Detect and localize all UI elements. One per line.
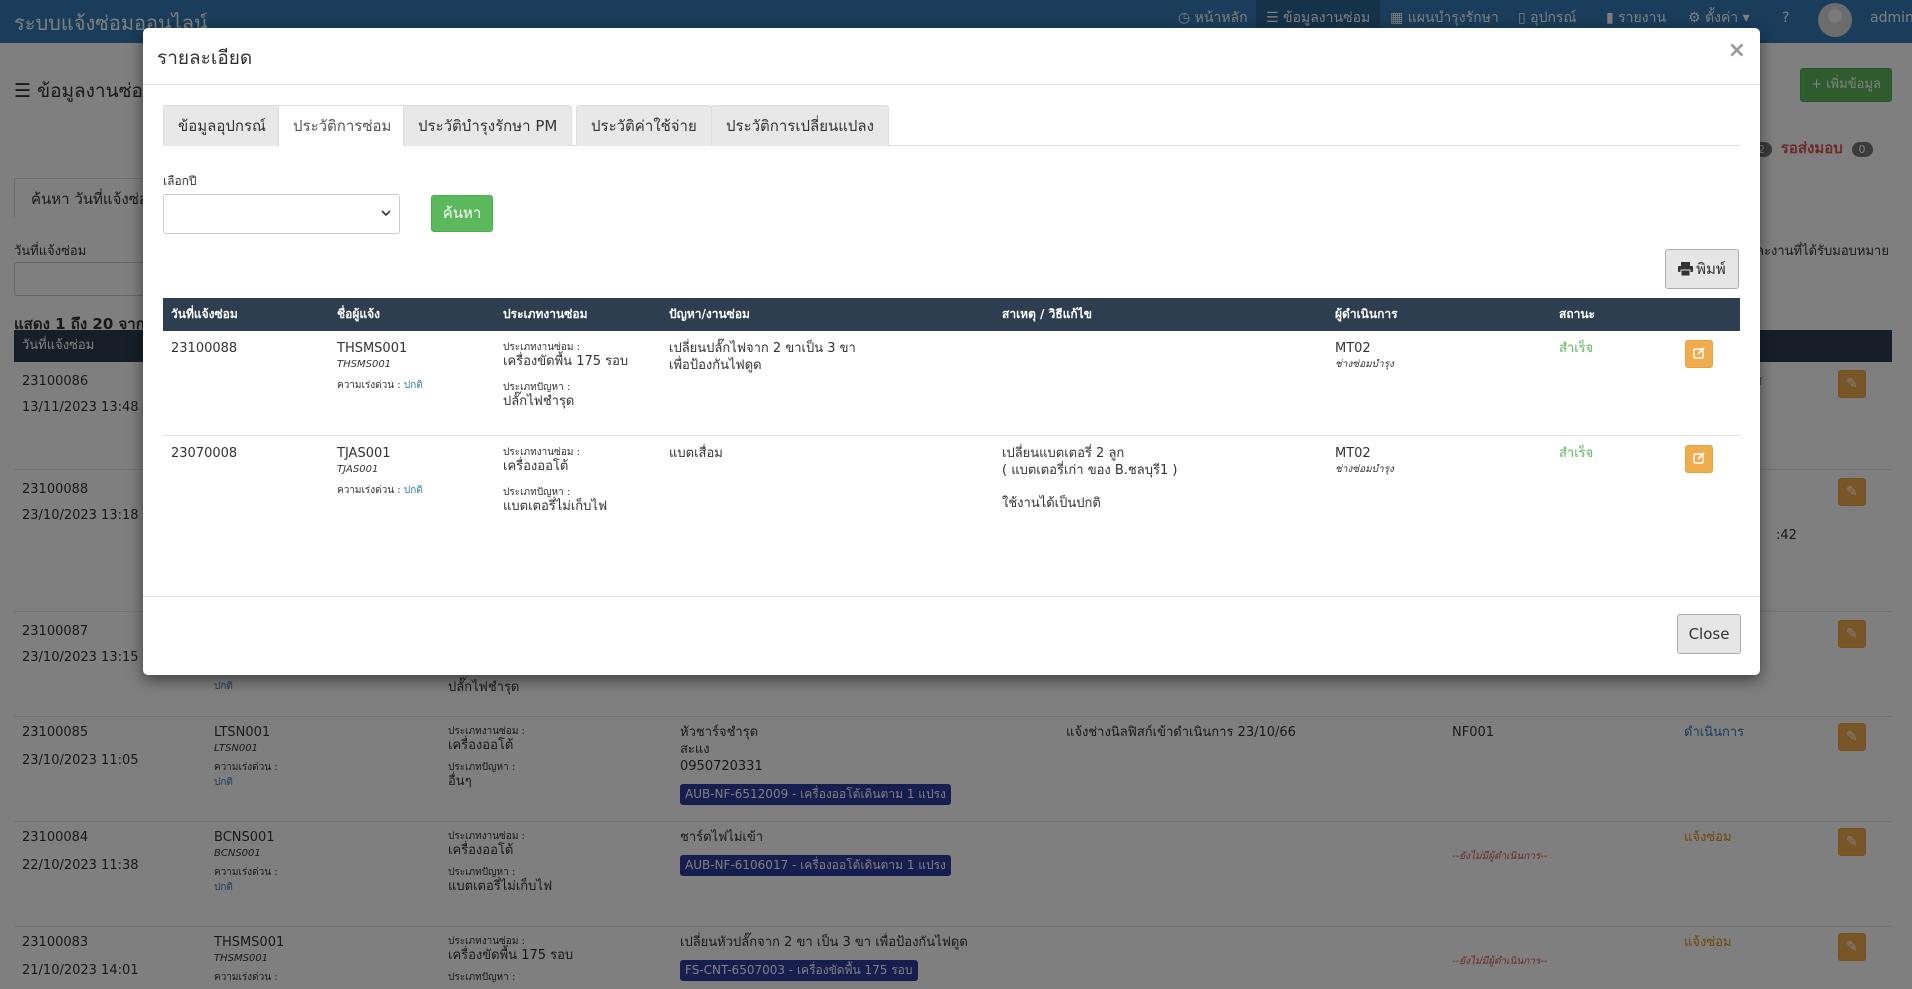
col-issue: ปัญหา/งานซ่อม [669, 307, 750, 321]
issue-line: เพื่อป้องกันไฟดูด [669, 357, 762, 373]
cause-line: เปลี่ยนแบตเตอรี่ 2 ลูก [1002, 446, 1125, 461]
row-status: สำเร็จ [1559, 341, 1594, 356]
problem-label: ประเภทปัญหา : [503, 486, 571, 498]
tab-pm-history[interactable]: ประวัติบำรุงรักษา PM [403, 105, 573, 146]
edit-icon [1693, 347, 1705, 363]
year-label: เลือกปี [163, 174, 197, 188]
operator-name: MT02 [1335, 341, 1371, 356]
close-icon[interactable]: × [1728, 38, 1746, 63]
table-row: 23070008 TJAS001 TJAS001 ความเร่งด่วน : … [163, 436, 1740, 541]
cause-line: ใช้งานได้เป็นปกติ [1002, 495, 1101, 511]
search-button[interactable]: ค้นหา [431, 195, 493, 232]
modal-header: รายละเอียด × [143, 28, 1760, 85]
urgency-value[interactable]: ปกติ [404, 485, 423, 496]
problem-label: ประเภทปัญหา : [503, 381, 571, 393]
row-operator: MT02 ช่างซ่อมบำรุง [1335, 341, 1394, 371]
urgency-label: ความเร่งด่วน : [337, 379, 401, 391]
edit-button[interactable] [1685, 445, 1713, 473]
col-status: สถานะ [1559, 307, 1595, 321]
operator-role: ช่างซ่อมบำรุง [1335, 463, 1394, 475]
row-status: สำเร็จ [1559, 446, 1594, 461]
tab-repair-history[interactable]: ประวัติการซ่อม [278, 105, 407, 147]
row-code: 23070008 [171, 446, 238, 461]
year-select[interactable] [163, 194, 400, 234]
row-cause: เปลี่ยนแบตเตอรี่ 2 ลูก ( แบตเตอรี่เก่า ข… [1002, 446, 1177, 513]
col-date: วันที่แจ้งซ่อม [171, 307, 238, 321]
detail-modal: รายละเอียด × ข้อมูลอุปกรณ์ ประวัติการซ่อ… [143, 28, 1760, 675]
col-reporter: ชื่อผู้แจ้ง [337, 307, 381, 321]
modal-footer: Close [143, 596, 1760, 675]
issue-line: แบตเสื่อม [669, 446, 723, 461]
type-label: ประเภทงานซ่อม : [503, 342, 580, 353]
reporter-name: THSMS001 [337, 341, 408, 356]
operator-name: MT02 [1335, 446, 1371, 461]
modal-title: รายละเอียด [157, 47, 253, 69]
print-button[interactable]: พิมพ์ [1665, 249, 1739, 289]
chevron-down-icon [381, 207, 391, 223]
cause-line: ( แบตเตอรี่เก่า ของ B.ชลบุรี1 ) [1002, 462, 1178, 478]
problem-value: แบตเตอรี่ไม่เก็บไฟ [503, 498, 608, 514]
type-value: เครื่องออโต้ [503, 459, 569, 474]
row-operator: MT02 ช่างซ่อมบำรุง [1335, 446, 1394, 476]
problem-value: ปลั๊กไฟชำรุด [503, 393, 575, 409]
row-type: ประเภทงานซ่อม : เครื่องขัดพื้น 175 รอบ ป… [503, 341, 628, 411]
type-label: ประเภทงานซ่อม : [503, 447, 580, 458]
close-button[interactable]: Close [1677, 614, 1741, 654]
table-row: 23100088 THSMS001 THSMS001 ความเร่งด่วน … [163, 331, 1740, 436]
row-code: 23100088 [171, 341, 238, 356]
row-type: ประเภทงานซ่อม : เครื่องออโต้ ประเภทปัญหา… [503, 446, 607, 516]
modal-tabs: ข้อมูลอุปกรณ์ ประวัติการซ่อม ประวัติบำรุ… [163, 105, 1740, 147]
issue-line: เปลี่ยนปลั๊กไฟจาก 2 ขาเป็น 3 ขา [669, 341, 856, 356]
urgency-label: ความเร่งด่วน : [337, 484, 401, 496]
reporter-sub: TJAS001 [337, 463, 379, 475]
reporter-sub: THSMS001 [337, 358, 392, 370]
row-reporter: THSMS001 THSMS001 ความเร่งด่วน : ปกติ [337, 341, 423, 392]
tab-cost-history[interactable]: ประวัติค่าใช้จ่าย [576, 105, 712, 146]
col-cause: สาเหตุ / วิธีแก้ไข [1002, 307, 1092, 321]
cause-spacer [1002, 480, 1177, 496]
row-issue: แบตเสื่อม [669, 446, 723, 463]
edit-button[interactable] [1685, 340, 1713, 368]
row-reporter: TJAS001 TJAS001 ความเร่งด่วน : ปกติ [337, 446, 423, 497]
operator-role: ช่างซ่อมบำรุง [1335, 358, 1394, 370]
col-operator: ผู้ดำเนินการ [1335, 307, 1398, 321]
tab-device-info[interactable]: ข้อมูลอุปกรณ์ [163, 105, 281, 146]
type-value: เครื่องขัดพื้น 175 รอบ [503, 354, 629, 369]
col-type: ประเภทงานซ่อม [503, 307, 588, 321]
reporter-name: TJAS001 [337, 446, 391, 461]
repair-history-table-header: วันที่แจ้งซ่อม ชื่อผู้แจ้ง ประเภทงานซ่อม… [163, 298, 1740, 331]
print-label: พิมพ์ [1696, 260, 1726, 278]
tab-change-history[interactable]: ประวัติการเปลี่ยนแปลง [711, 105, 889, 146]
row-issue: เปลี่ยนปลั๊กไฟจาก 2 ขาเป็น 3 ขา เพื่อป้อ… [669, 341, 856, 375]
urgency-value[interactable]: ปกติ [404, 380, 423, 391]
edit-icon [1693, 452, 1705, 468]
print-icon [1678, 260, 1696, 278]
